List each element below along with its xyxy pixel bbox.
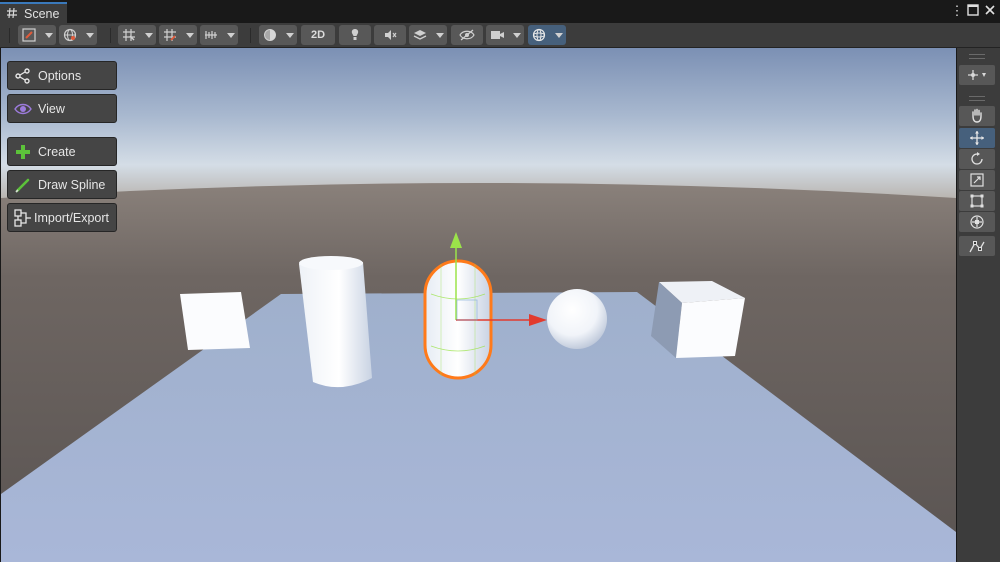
view-label: View bbox=[38, 101, 65, 116]
camera-dropdown[interactable] bbox=[486, 25, 524, 45]
transform-tool-button[interactable] bbox=[959, 212, 995, 232]
scene-hash-icon bbox=[7, 7, 17, 19]
visibility-button[interactable] bbox=[451, 25, 483, 45]
eye-icon bbox=[14, 100, 32, 118]
draw-spline-button[interactable]: Draw Spline bbox=[7, 170, 117, 199]
cube-object[interactable] bbox=[651, 281, 745, 358]
audio-icon bbox=[385, 30, 397, 40]
window-tab-bar: Scene ⋮ bbox=[0, 0, 1000, 23]
import-export-button[interactable]: Import/Export bbox=[7, 203, 117, 232]
panel-grip[interactable] bbox=[969, 96, 985, 101]
scene-tab[interactable]: Scene bbox=[0, 2, 67, 23]
custom-tool-icon bbox=[969, 241, 985, 253]
increment-snap-icon bbox=[205, 31, 217, 39]
quad-object[interactable] bbox=[180, 292, 250, 350]
view-tool-icon bbox=[972, 108, 982, 123]
import-export-label: Import/Export bbox=[34, 210, 110, 225]
camera-icon bbox=[491, 31, 504, 39]
toolbar-separator bbox=[110, 28, 111, 43]
options-button[interactable]: Options bbox=[7, 61, 117, 90]
gizmos-dropdown[interactable] bbox=[528, 25, 566, 45]
draw-spline-label: Draw Spline bbox=[38, 177, 106, 192]
options-icon bbox=[14, 67, 32, 85]
maximize-icon[interactable] bbox=[966, 4, 980, 18]
scale-tool-button[interactable] bbox=[959, 170, 995, 190]
panel-grip[interactable] bbox=[969, 54, 985, 59]
sky bbox=[1, 48, 956, 198]
scene-canvas[interactable] bbox=[1, 48, 956, 562]
rect-tool-icon bbox=[970, 194, 984, 208]
grid-snap-icon bbox=[123, 29, 135, 41]
shading-dropdown[interactable] bbox=[259, 25, 297, 45]
create-button[interactable]: Create bbox=[7, 137, 117, 166]
pencil-icon bbox=[14, 176, 32, 194]
lighting-button[interactable] bbox=[339, 25, 371, 45]
increment-snap-dropdown[interactable] bbox=[200, 25, 238, 45]
scene-tab-label: Scene bbox=[24, 7, 60, 21]
custom-tool-button[interactable] bbox=[959, 236, 995, 256]
tools-overlay bbox=[957, 48, 1000, 562]
scene-view-dropdown[interactable] bbox=[59, 25, 97, 45]
toolbar-separator bbox=[9, 28, 10, 43]
scene-viewport[interactable]: Options View Create Draw Spline Import/E… bbox=[1, 48, 956, 562]
lighting-icon bbox=[351, 29, 359, 40]
close-icon[interactable] bbox=[983, 4, 997, 18]
orientation-dropdown[interactable] bbox=[959, 65, 995, 85]
grid-snap-dropdown[interactable] bbox=[118, 25, 156, 45]
view-tool-button[interactable] bbox=[959, 106, 995, 126]
scale-tool-icon bbox=[970, 173, 984, 187]
audio-button[interactable] bbox=[374, 25, 406, 45]
toolbar-separator bbox=[250, 28, 251, 43]
visibility-icon bbox=[459, 29, 475, 41]
scene-toolbar: 2D bbox=[0, 23, 1000, 48]
transform-tool-icon bbox=[970, 215, 984, 229]
rotate-tool-button[interactable] bbox=[959, 149, 995, 169]
options-label: Options bbox=[38, 68, 82, 83]
sphere-object[interactable] bbox=[547, 289, 607, 349]
view-button[interactable]: View bbox=[7, 94, 117, 123]
window-menu-icon[interactable]: ⋮ bbox=[950, 4, 964, 18]
import-export-icon bbox=[14, 208, 32, 227]
gizmos-icon bbox=[532, 28, 546, 42]
move-tool-icon bbox=[970, 131, 984, 145]
move-tool-button[interactable] bbox=[959, 128, 995, 148]
mode-2d-button[interactable]: 2D bbox=[301, 25, 335, 45]
orientation-icon bbox=[968, 70, 986, 80]
grid-dropdown[interactable] bbox=[159, 25, 197, 45]
create-label: Create bbox=[38, 144, 76, 159]
globe-icon bbox=[63, 28, 77, 42]
shading-icon bbox=[264, 29, 276, 41]
grid-icon bbox=[164, 29, 176, 41]
draw-mode-icon bbox=[22, 28, 36, 42]
rect-tool-button[interactable] bbox=[959, 191, 995, 211]
rotate-tool-icon bbox=[971, 152, 983, 165]
draw-mode-dropdown[interactable] bbox=[18, 25, 56, 45]
effects-icon bbox=[413, 30, 427, 40]
effects-dropdown[interactable] bbox=[409, 25, 447, 45]
plus-icon bbox=[14, 143, 32, 161]
